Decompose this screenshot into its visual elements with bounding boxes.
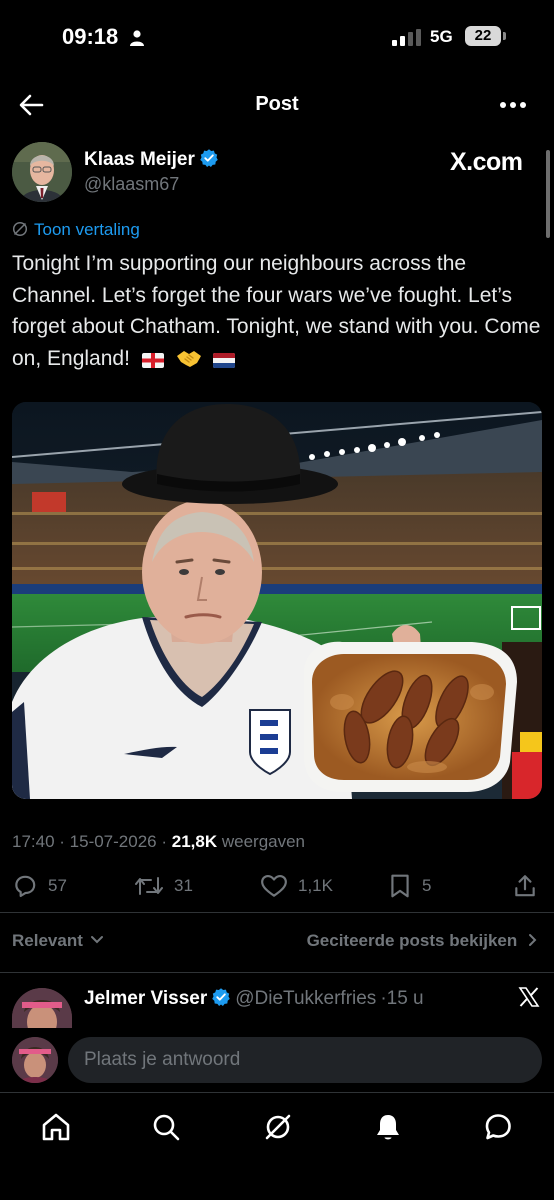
- home-icon[interactable]: [40, 1111, 72, 1143]
- stadium-selfie-image: [12, 402, 542, 799]
- signal-icon: [392, 29, 421, 46]
- share-button[interactable]: [512, 872, 548, 900]
- current-user-avatar-image: [12, 1037, 58, 1083]
- header: Post: [0, 80, 554, 130]
- heart-icon: [261, 875, 287, 897]
- netherlands-flag-icon: [213, 352, 236, 368]
- battery-indicator: 22: [465, 26, 501, 46]
- author-avatar[interactable]: [12, 142, 72, 202]
- reply-avatar-image: [12, 988, 72, 1028]
- sort-label[interactable]: Relevant: [12, 931, 83, 950]
- verified-badge-icon: [200, 149, 218, 167]
- scroll-indicator[interactable]: [546, 150, 550, 238]
- search-icon[interactable]: [150, 1111, 182, 1143]
- verified-badge-icon: [212, 988, 230, 1006]
- compose-bar: [0, 1028, 554, 1092]
- reply-button[interactable]: 57: [12, 872, 67, 900]
- translate-link[interactable]: Toon vertaling: [12, 220, 140, 240]
- repost-button[interactable]: 31: [134, 872, 193, 900]
- like-button[interactable]: 1,1K: [260, 872, 333, 900]
- current-user-avatar[interactable]: [12, 1037, 58, 1083]
- reply-handle[interactable]: @DieTukkerfries: [235, 988, 376, 1009]
- divider: [0, 972, 554, 973]
- post-time[interactable]: 17:40: [12, 832, 55, 851]
- divider: [0, 912, 554, 913]
- status-time: 09:18: [62, 24, 119, 49]
- author-avatar-image: [12, 142, 72, 202]
- chevron-right-icon: [529, 934, 537, 946]
- x-com-watermark: X.com: [450, 148, 523, 176]
- person-icon: [130, 30, 144, 46]
- author-name-text[interactable]: Klaas Meijer: [84, 149, 195, 170]
- battery-tip: [503, 32, 506, 40]
- views-count: 21,8K: [171, 832, 218, 851]
- post-text-body: Tonight I’m supporting our neighbours ac…: [12, 252, 541, 370]
- reply-author-name[interactable]: Jelmer Visser: [84, 988, 207, 1009]
- bookmark-icon: [391, 874, 409, 898]
- reply-avatar[interactable]: [12, 988, 72, 1028]
- sort-dropdown[interactable]: Relevant: [12, 931, 104, 951]
- page-title: Post: [255, 93, 299, 115]
- views-label: weergaven: [221, 832, 306, 851]
- repost-icon: [135, 877, 163, 895]
- reply-author[interactable]: Jelmer Visser @DieTukkerfries ·15 u: [84, 987, 424, 1010]
- post-image[interactable]: [12, 402, 542, 799]
- translate-label[interactable]: Toon vertaling: [34, 220, 140, 239]
- x-logo-icon: [518, 987, 540, 1007]
- author-name[interactable]: Klaas Meijer: [84, 148, 219, 171]
- view-quotes-label[interactable]: Geciteerde posts bekijken: [307, 931, 518, 950]
- messages-icon[interactable]: [482, 1111, 514, 1143]
- translate-icon: [12, 221, 28, 237]
- reply-age: 15 u: [386, 988, 424, 1009]
- status-bar: 09:18 5G 22: [0, 0, 554, 72]
- post-date[interactable]: 15-07-2026: [70, 832, 157, 851]
- post-text: Tonight I’m supporting our neighbours ac…: [12, 248, 542, 374]
- network-type: 5G: [430, 27, 453, 46]
- bookmark-button[interactable]: 5: [388, 872, 431, 900]
- handshake-icon: [176, 350, 201, 367]
- bottom-navigation: [0, 1092, 554, 1200]
- chevron-down-icon: [90, 936, 103, 944]
- notifications-icon[interactable]: [372, 1111, 404, 1143]
- reply-icon: [15, 875, 36, 898]
- reply-input[interactable]: [68, 1037, 542, 1083]
- share-icon: [515, 875, 535, 897]
- bookmark-count: 5: [422, 876, 432, 895]
- reply-count: 57: [48, 876, 67, 895]
- like-count: 1,1K: [298, 876, 333, 895]
- grok-icon[interactable]: [262, 1111, 294, 1143]
- england-flag-icon: [141, 352, 164, 368]
- view-quotes-link[interactable]: Geciteerde posts bekijken: [307, 931, 538, 951]
- repost-count: 31: [174, 876, 193, 895]
- post-meta: 17:40 · 15-07-2026 · 21,8K weergaven: [12, 832, 306, 851]
- more-options-icon[interactable]: [498, 95, 528, 115]
- author-handle[interactable]: @klaasm67: [84, 174, 179, 195]
